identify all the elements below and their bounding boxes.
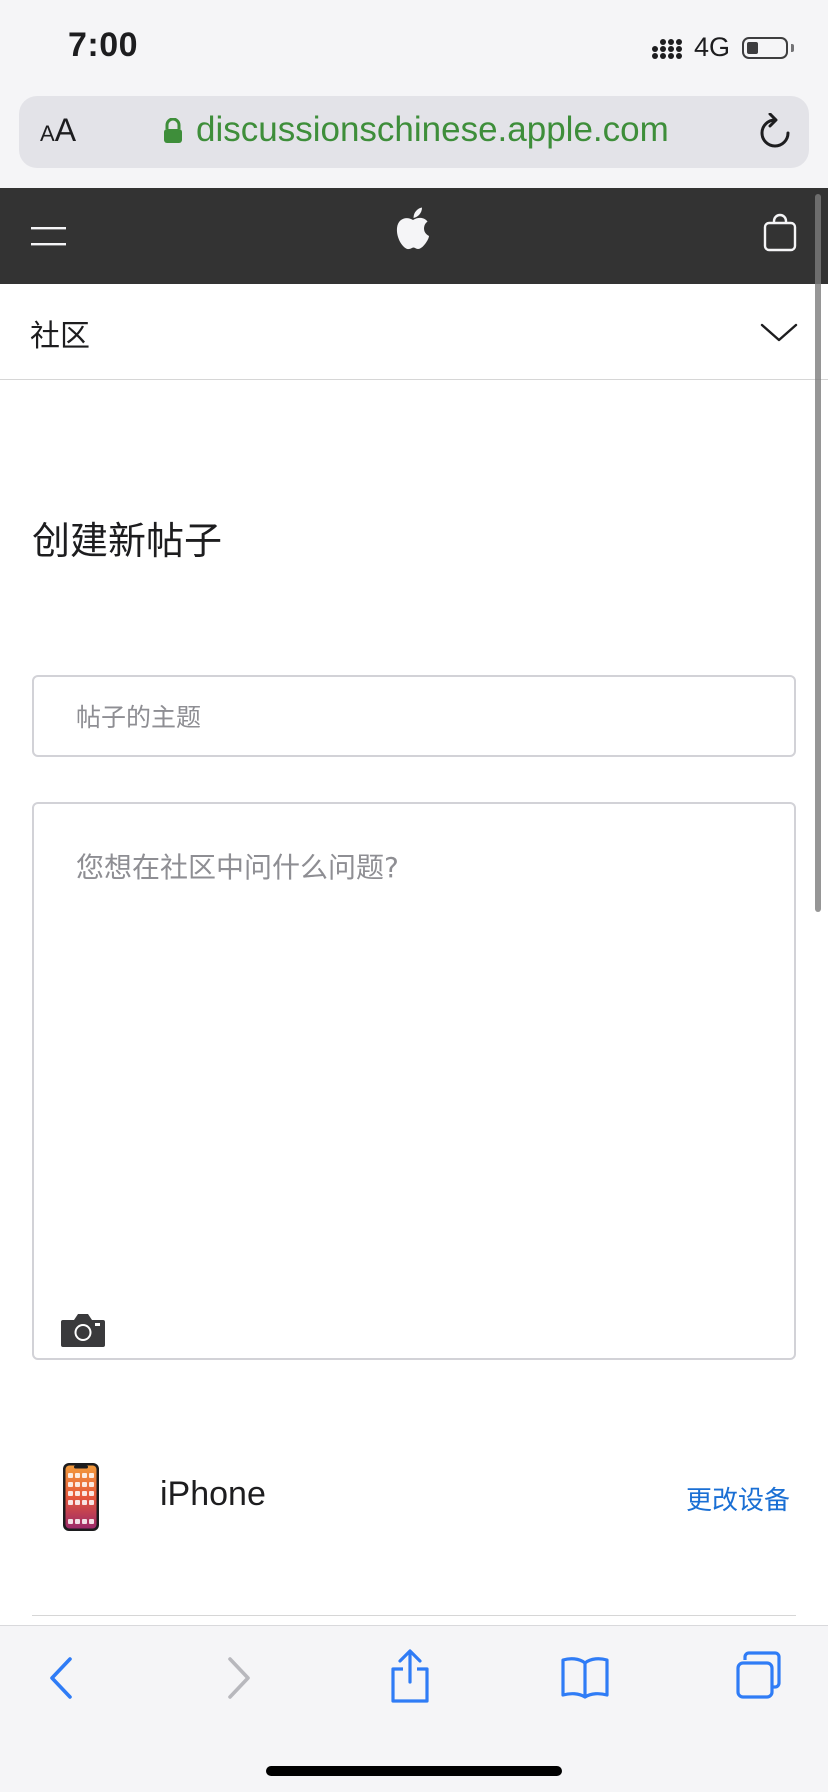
cellular-signal-icon bbox=[652, 39, 682, 59]
url-text[interactable]: discussionschinese.apple.com bbox=[196, 110, 669, 150]
community-title[interactable]: 社区 bbox=[30, 311, 90, 355]
chevron-down-icon[interactable] bbox=[760, 322, 798, 344]
scroll-indicator[interactable] bbox=[815, 194, 821, 912]
text-size-small-label: A bbox=[40, 121, 55, 146]
forward-icon[interactable] bbox=[218, 1655, 258, 1701]
device-name: iPhone bbox=[160, 1475, 266, 1513]
camera-icon[interactable] bbox=[60, 1312, 106, 1348]
subject-field[interactable] bbox=[32, 675, 796, 757]
back-icon[interactable] bbox=[42, 1655, 82, 1701]
device-row bbox=[32, 1440, 796, 1560]
iphone-device-image bbox=[63, 1463, 99, 1531]
lock-icon bbox=[164, 118, 182, 143]
shopping-bag-icon[interactable] bbox=[762, 212, 798, 252]
text-size-button[interactable]: AA bbox=[40, 112, 76, 149]
community-nav bbox=[0, 284, 828, 380]
change-device-link[interactable]: 更改设备 bbox=[686, 1480, 790, 1517]
subject-input[interactable] bbox=[74, 677, 778, 757]
network-type: 4G bbox=[694, 32, 731, 62]
divider bbox=[32, 1615, 796, 1616]
question-input[interactable] bbox=[74, 844, 768, 1268]
home-indicator[interactable] bbox=[266, 1766, 562, 1776]
battery-cap bbox=[791, 44, 794, 52]
apple-logo-icon[interactable] bbox=[394, 206, 432, 252]
tabs-icon[interactable] bbox=[734, 1650, 786, 1702]
status-time: 7:00 bbox=[68, 26, 139, 64]
question-field[interactable] bbox=[32, 802, 796, 1360]
reload-icon[interactable] bbox=[758, 113, 792, 151]
menu-icon[interactable] bbox=[30, 226, 68, 248]
share-icon[interactable] bbox=[386, 1648, 434, 1704]
bookmarks-icon[interactable] bbox=[560, 1655, 610, 1699]
text-size-large-label: A bbox=[54, 112, 77, 148]
battery-icon bbox=[742, 37, 788, 59]
page-title: 创建新帖子 bbox=[32, 519, 223, 563]
